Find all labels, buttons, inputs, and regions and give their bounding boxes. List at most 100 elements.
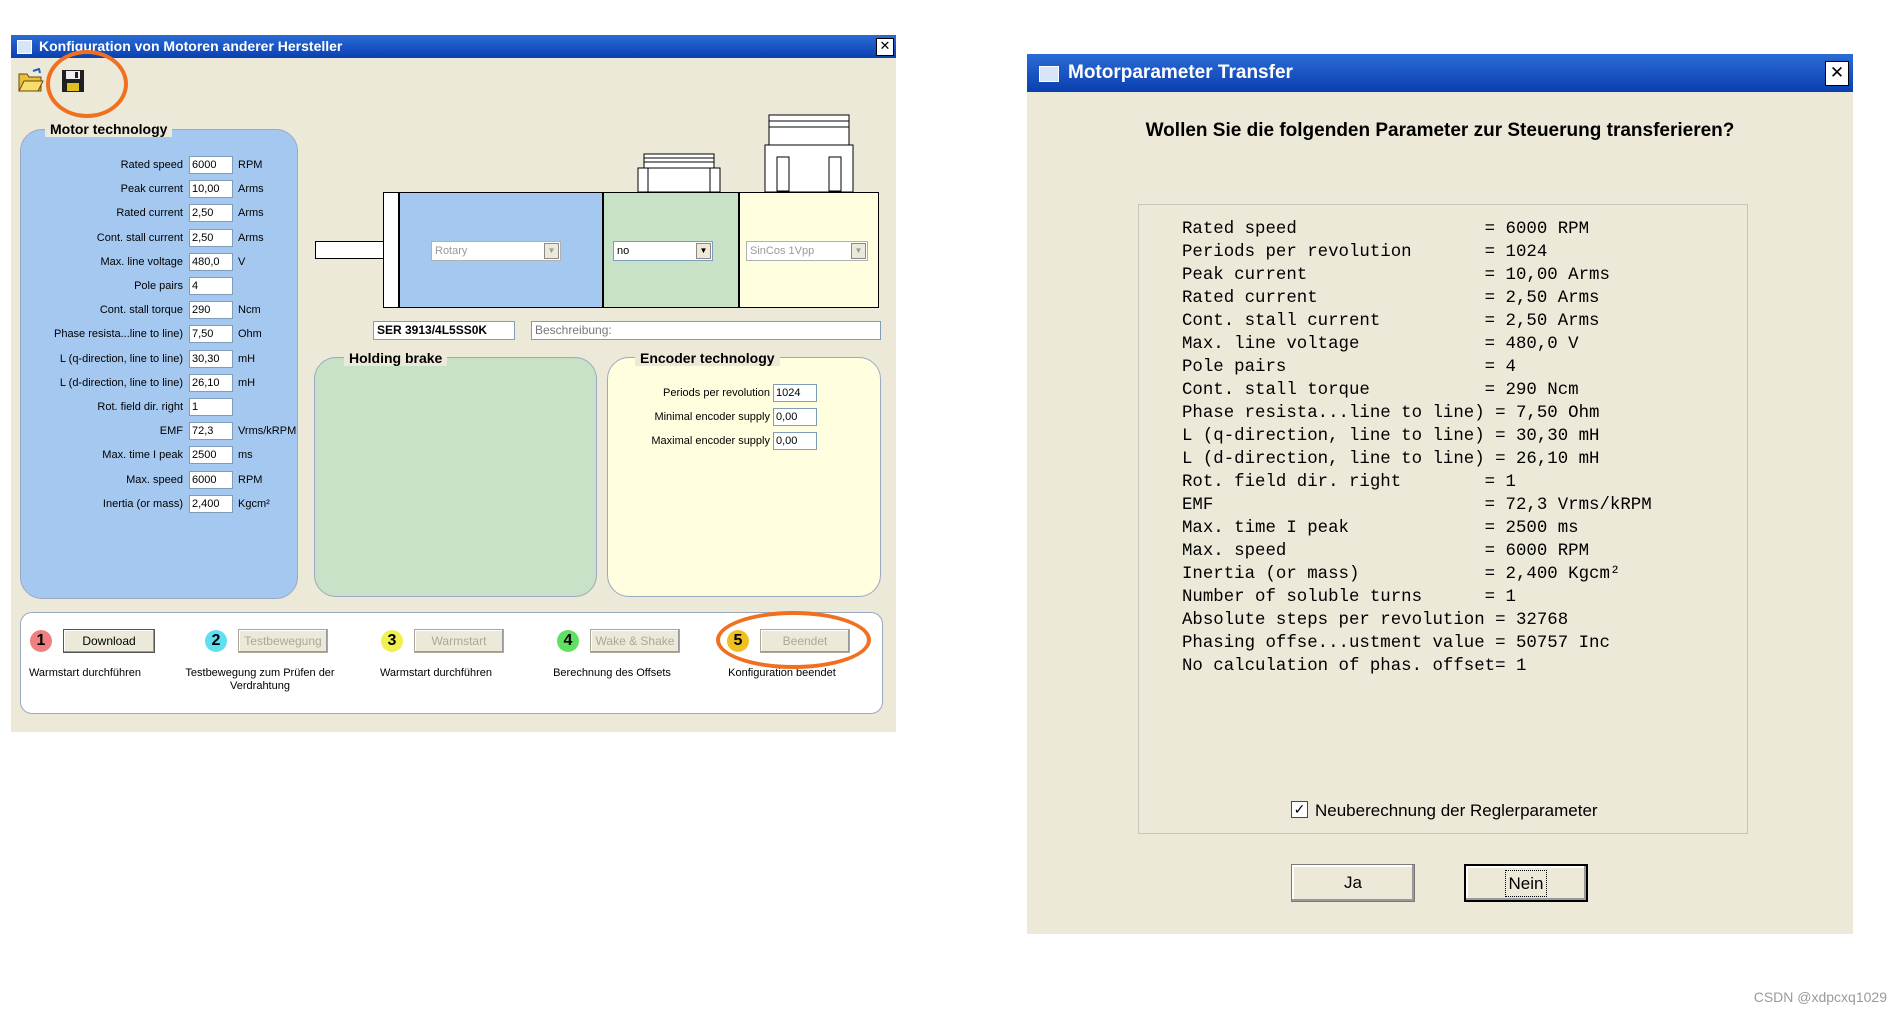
encoder-value: SinCos 1Vpp	[750, 245, 815, 257]
motor-param-label: Cont. stall torque	[99, 304, 183, 317]
floppy-disk-icon[interactable]	[61, 69, 85, 93]
motor-param-input[interactable]: 7,50	[189, 325, 233, 344]
motor-param-input[interactable]: 6000	[189, 156, 233, 174]
motor-param-unit: mH	[238, 376, 256, 389]
motor-param-row: Rated speed 6000 RPM	[21, 156, 311, 176]
step-button[interactable]: Wake & Shake	[590, 629, 680, 653]
no-button[interactable]: Nein	[1464, 864, 1588, 902]
motor-param-unit: Arms	[238, 231, 264, 244]
motor-param-unit: Ncm	[238, 304, 261, 317]
motor-shaft	[315, 241, 385, 259]
parameter-line: L (q-direction, line to line) = 30,30 mH	[1182, 427, 1600, 446]
motor-param-row: Max. speed 6000 RPM	[21, 470, 311, 491]
chevron-down-icon[interactable]: ▼	[544, 243, 559, 259]
parameter-line: Rot. field dir. right = 1	[1182, 473, 1516, 492]
motor-param-row: L (q-direction, line to line) 30,30 mH	[21, 349, 311, 370]
encoder-param-input[interactable]: 0,00	[773, 432, 817, 451]
recalc-checkbox[interactable]: ✓	[1291, 801, 1308, 818]
encoder-param-input[interactable]: 1024	[773, 384, 817, 402]
motor-param-row: Max. time I peak 2500 ms	[21, 446, 311, 466]
encoder-connector-icon	[764, 114, 854, 193]
step-number-badge: 5	[727, 630, 749, 652]
transfer-dialog-close-button[interactable]: ✕	[1825, 61, 1849, 86]
motor-param-label: Pole pairs	[134, 280, 183, 292]
motor-param-unit: RPM	[238, 159, 263, 171]
motor-param-row: Inertia (or mass) 2,400 Kgcm²	[21, 494, 311, 515]
highlight-ring-save	[46, 50, 128, 118]
motor-param-label: Inertia (or mass)	[102, 497, 183, 510]
steps-panel	[20, 612, 883, 714]
motor-param-input[interactable]: 10,00	[189, 180, 233, 199]
encoder-param-row: Periods per revolution 1024	[608, 384, 878, 404]
step-button[interactable]: Warmstart	[414, 629, 504, 653]
motor-param-input[interactable]: 2,400	[189, 494, 233, 513]
encoder-param-label: Minimal encoder supply	[654, 411, 770, 424]
encoder-param-label: Maximal encoder supply	[651, 435, 770, 448]
step-caption: Testbewegung zum Prüfen der Verdrahtung	[185, 667, 335, 692]
motor-type-value: Rotary	[435, 245, 468, 257]
folder-open-icon[interactable]	[17, 67, 45, 96]
brake-value: no	[617, 245, 630, 257]
step-button[interactable]: Testbewegung	[238, 629, 328, 653]
motor-param-input[interactable]: 2500	[189, 446, 233, 465]
config-window-titlebar[interactable]: Konfiguration von Motoren anderer Herste…	[11, 35, 896, 58]
encoder-select[interactable]: SinCos 1Vpp ▼	[746, 241, 868, 261]
parameter-line: Absolute steps per revolution = 32768	[1182, 611, 1569, 630]
transfer-question: Wollen Sie die folgenden Parameter zur S…	[1145, 120, 1735, 141]
encoder-technology-panel: Encoder technology Periods per revolutio…	[607, 350, 881, 597]
motor-param-row: Pole pairs 4	[21, 277, 311, 297]
motor-param-unit: mH	[238, 352, 256, 365]
motor-param-input[interactable]: 2,50	[189, 204, 233, 223]
motor-param-input[interactable]: 30,30	[189, 349, 233, 368]
motor-type-select[interactable]: Rotary ▼	[431, 241, 561, 261]
app-icon	[1039, 66, 1059, 82]
parameter-line: EMF = 72,3 Vrms/kRPM	[1182, 496, 1652, 515]
config-window-close-button[interactable]: ✕	[876, 38, 894, 56]
parameter-list[interactable]: Rated speed = 6000 RPM Periods per revolu…	[1138, 204, 1748, 834]
no-button-label: Nein	[1504, 870, 1548, 897]
parameter-line: Phase resista...line to line) = 7,50 Ohm	[1182, 404, 1600, 423]
motor-name-field[interactable]: SER 3913/4L5SS0K	[373, 321, 515, 340]
config-window-title: Konfiguration von Motoren anderer Herste…	[39, 38, 343, 54]
transfer-dialog-titlebar[interactable]: Motorparameter Transfer ✕	[1027, 54, 1853, 92]
parameter-line: Number of soluble turns = 1	[1182, 588, 1516, 607]
encoder-param-input[interactable]: 0,00	[773, 408, 817, 427]
parameter-line: Phasing offse...ustment value = 50757 In…	[1182, 634, 1610, 653]
motor-technology-panel: Motor technology Rated speed 6000 RPM Peak …	[20, 121, 298, 599]
motor-param-unit: Ohm	[238, 328, 262, 341]
motor-param-input[interactable]: 26,10	[189, 373, 233, 392]
parameter-line: Rated current = 2,50 Arms	[1182, 289, 1600, 308]
motor-param-unit: Vrms/kRPM	[238, 425, 297, 438]
recalc-checkbox-label[interactable]: Neuberechnung der Reglerparameter	[1315, 801, 1598, 821]
motor-param-input[interactable]: 480,0	[189, 252, 233, 271]
motor-param-unit: ms	[238, 449, 253, 462]
description-field[interactable]: Beschreibung:	[531, 321, 881, 340]
step-button[interactable]: Beendet	[760, 629, 850, 653]
motor-param-input[interactable]: 4	[189, 277, 233, 295]
step-caption: Warmstart durchführen	[28, 667, 142, 679]
motor-param-input[interactable]: 6000	[189, 470, 233, 489]
parameter-line: Max. line voltage = 480,0 V	[1182, 335, 1579, 354]
brake-select[interactable]: no ▼	[613, 241, 713, 261]
parameter-line: Pole pairs = 4	[1182, 358, 1516, 377]
watermark: CSDN @xdpcxq1029	[1753, 989, 1887, 1005]
motor-param-row: Peak current 10,00 Arms	[21, 180, 311, 200]
parameter-line: Peak current = 10,00 Arms	[1182, 266, 1610, 285]
motor-param-label: Cont. stall current	[96, 231, 183, 244]
motor-param-input[interactable]: 1	[189, 398, 233, 416]
motor-param-label: Phase resista...line to line)	[53, 328, 183, 341]
motor-param-input[interactable]: 290	[189, 301, 233, 320]
motor-param-row: Max. line voltage 480,0 V	[21, 252, 311, 273]
parameter-line: Inertia (or mass) = 2,400 Kgcm²	[1182, 565, 1621, 584]
transfer-dialog-title: Motorparameter Transfer	[1068, 62, 1293, 83]
app-icon	[17, 40, 32, 54]
chevron-down-icon[interactable]: ▼	[851, 243, 866, 259]
step-caption: Konfiguration beendet	[728, 667, 836, 679]
step-number-badge: 4	[557, 630, 579, 652]
yes-button[interactable]: Ja	[1291, 864, 1415, 902]
step-button[interactable]: Download	[63, 629, 155, 653]
motor-param-input[interactable]: 72,3	[189, 422, 233, 441]
chevron-down-icon[interactable]: ▼	[696, 243, 711, 259]
encoder-param-row: Maximal encoder supply 0,00	[608, 432, 878, 452]
motor-param-input[interactable]: 2,50	[189, 228, 233, 247]
